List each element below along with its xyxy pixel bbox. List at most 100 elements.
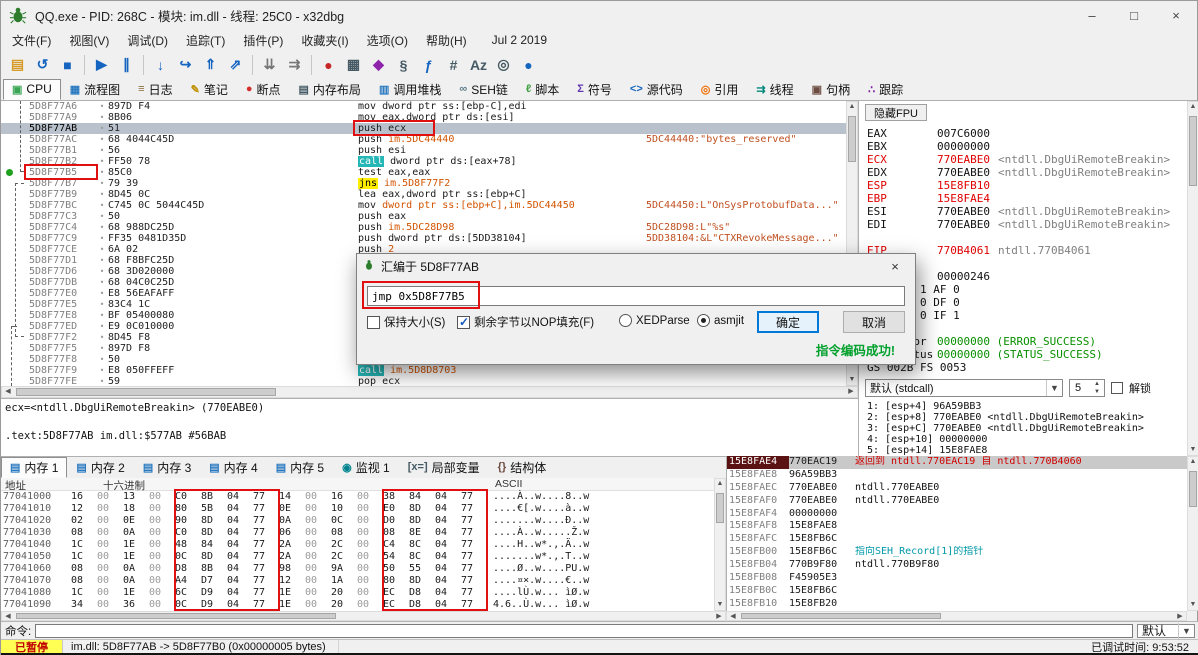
disasm-row[interactable]: 5D8F77B5 • 85C0 test eax,eax — [1, 167, 846, 178]
tab-dump-1[interactable]: ▤ 内存 1 — [1, 457, 68, 478]
dump-row[interactable]: 77041010 12 00 18 00 80 5B 04 77 0E 00 10 00 E0 8D 04 77… — [1, 503, 714, 515]
stack-row[interactable]: 15E8FAF4 00000000 — [727, 508, 1187, 521]
tab-seh[interactable]: ∞ SEH链 — [450, 79, 517, 100]
stack-row[interactable]: 15E8FB08 F45905E3 — [727, 572, 1187, 585]
chevron-down-icon[interactable]: ▼ — [1046, 380, 1062, 396]
tab-trace[interactable]: ∴ 跟踪 — [859, 79, 912, 100]
tab-locals[interactable]: [x=] 局部变量 — [399, 457, 489, 478]
disasm-row[interactable]: 5D8F77BC • C745 0C 5044C45D mov dword ptr s… — [1, 200, 846, 211]
scroll-down-icon[interactable]: ▼ — [715, 600, 725, 610]
stack-view[interactable]: 15E8FAE4 770EAC19 返回到 ntdll.770EAC19 自 ntd… — [726, 456, 1187, 611]
disasm-row[interactable]: 5D8F77C4 • 68 988DC25D push im.5DC28D98 5DC2… — [1, 222, 846, 233]
disasm-row[interactable]: 5D8F77AB • 51 push ecx — [1, 123, 846, 134]
scroll-up-icon[interactable]: ▲ — [847, 102, 857, 112]
tab-breakpoints[interactable]: ● 断点 — [237, 79, 290, 100]
memory-dump-view[interactable]: 地址 十六进制 ASCII 77041000 16 00 13 00 C0 8B 04 77 14… — [1, 478, 714, 611]
tab-struct[interactable]: {} 结构体 — [489, 457, 556, 478]
run-button[interactable]: ▶ — [89, 53, 114, 77]
disasm-row[interactable]: 5D8F77B9 • 8D45 0C lea eax,dword ptr ss:[eb… — [1, 189, 846, 200]
calculator-button[interactable]: # — [441, 53, 466, 77]
disasm-row[interactable]: 5D8F77B1 • 56 push esi — [1, 145, 846, 156]
menu-item[interactable]: 文件(F) — [3, 29, 60, 52]
open-file-button[interactable]: ▤ — [5, 53, 30, 77]
stack-row[interactable]: 15E8FB00 15E8FB6C 指向SEH_Record[1]的指针 — [727, 546, 1187, 559]
patches-button[interactable]: ◆ — [366, 53, 391, 77]
tab-call-stack[interactable]: ▥ 调用堆栈 — [370, 79, 450, 100]
keep-size-checkbox[interactable]: 保持大小(S) — [367, 314, 445, 330]
scroll-down-icon[interactable]: ▼ — [1188, 445, 1198, 455]
settings-button[interactable]: ◎ — [491, 53, 516, 77]
menu-item[interactable]: 视图(V) — [60, 29, 118, 52]
memory-map-button[interactable]: ▦ — [341, 53, 366, 77]
stack-row[interactable]: 15E8FAF8 15E8FAE8 — [727, 520, 1187, 533]
command-input[interactable] — [35, 623, 1133, 638]
stack-row[interactable]: 15E8FB10 15E8FB20 — [727, 598, 1187, 611]
scroll-up-icon[interactable]: ▲ — [715, 479, 725, 489]
nop-fill-checkbox[interactable]: 剩余字节以NOP填充(F) — [457, 314, 594, 330]
dump-horizontal-scrollbar[interactable]: ◀ ▶ — [1, 611, 726, 621]
checkbox-checked-icon[interactable] — [457, 315, 470, 329]
stack-row[interactable]: 15E8FB04 770B9F80 ntdll.770B9F80 — [727, 559, 1187, 572]
trace-over-button[interactable]: ⇉ — [282, 53, 307, 77]
menu-item[interactable]: 插件(P) — [234, 29, 292, 52]
register-row[interactable]: ECX 770EABE0 <ntdll.DbgUiRemoteBreakin> — [859, 153, 1187, 166]
cancel-button[interactable]: 取消 — [843, 311, 905, 333]
dump-row[interactable]: 77041050 1C 00 1E 00 0C 8D 04 77 2A 00 2C 00 54 8C 04 77… — [1, 551, 714, 563]
tab-references[interactable]: ◎ 引用 — [692, 79, 748, 100]
spinner-down-icon[interactable]: ▼ — [1091, 388, 1103, 396]
scroll-up-icon[interactable]: ▲ — [1188, 457, 1198, 467]
scroll-down-icon[interactable]: ▼ — [1188, 600, 1198, 610]
tab-notes[interactable]: ✎ 笔记 — [182, 79, 237, 100]
registers-vertical-scrollbar[interactable]: ▲ ▼ — [1187, 101, 1198, 456]
chevron-down-icon[interactable]: ▼ — [1178, 622, 1194, 639]
scrollbar-thumb[interactable] — [1189, 471, 1197, 507]
scrollbar-thumb[interactable] — [1189, 116, 1197, 186]
stack-row[interactable]: 15E8FAEC 770EABE0 ntdll.770EABE0 — [727, 482, 1187, 495]
disasm-horizontal-scrollbar[interactable]: ◀ ▶ — [1, 386, 858, 398]
tab-dump-3[interactable]: ▤ 内存 3 — [134, 457, 200, 478]
maximize-button[interactable]: □ — [1113, 1, 1155, 29]
register-row[interactable]: EBX 00000000 — [859, 140, 1187, 153]
register-row[interactable]: EBP 15E8FAE4 — [859, 192, 1187, 205]
functions-button[interactable]: ƒ — [416, 53, 441, 77]
stop-button[interactable]: ■ — [55, 53, 80, 77]
tab-log[interactable]: ≡ 日志 — [129, 79, 181, 100]
close-button[interactable]: × — [1155, 1, 1197, 29]
disasm-row[interactable]: 5D8F77C3 • 50 push eax — [1, 211, 846, 222]
hide-fpu-button[interactable]: 隐藏FPU — [865, 104, 927, 121]
minimize-button[interactable]: – — [1071, 1, 1113, 29]
disasm-row[interactable]: 5D8F77A9 • 8B06 mov eax,dword ptr ds:[esi] — [1, 112, 846, 123]
register-row[interactable]: EDX 770EABE0 <ntdll.DbgUiRemoteBreakin> — [859, 166, 1187, 179]
stack-vertical-scrollbar[interactable]: ▲ ▼ — [1187, 456, 1198, 611]
register-row[interactable]: EDI 770EABE0 <ntdll.DbgUiRemoteBreakin> — [859, 218, 1187, 231]
scrollbar-thumb[interactable] — [848, 116, 856, 162]
run-to-user-code-button[interactable]: ⇗ — [223, 53, 248, 77]
stack-row[interactable]: 15E8FAE8 96A59BB3 — [727, 469, 1187, 482]
tab-handles[interactable]: ▣ 句柄 — [803, 79, 859, 100]
register-row[interactable]: ESP 15E8FB10 — [859, 179, 1187, 192]
stack-row[interactable]: 15E8FAF0 770EABE0 ntdll.770EABE0 — [727, 495, 1187, 508]
tab-source[interactable]: <> 源代码 — [621, 79, 692, 100]
checkbox-icon[interactable] — [367, 315, 380, 329]
scrollbar-thumb[interactable] — [16, 388, 276, 396]
xedparse-radio[interactable]: XEDParse — [619, 314, 690, 327]
breakpoints-button[interactable]: ● — [316, 53, 341, 77]
stack-horizontal-scrollbar[interactable]: ◀ ▶ — [726, 611, 1187, 621]
radio-icon[interactable] — [619, 314, 632, 327]
tab-threads[interactable]: ⇉ 线程 — [747, 79, 802, 100]
restart-button[interactable]: ↺ — [30, 53, 55, 77]
menu-item[interactable]: 收藏夹(I) — [292, 29, 357, 52]
comments-button[interactable]: § — [391, 53, 416, 77]
dump-row[interactable]: 77041040 1C 00 1E 00 48 84 04 77 2A 00 2C 00 C4 8C 04 77… — [1, 539, 714, 551]
scroll-right-icon[interactable]: ▶ — [846, 387, 856, 397]
tab-watch-1[interactable]: ◉ 监视 1 — [333, 457, 399, 478]
stack-row[interactable]: 15E8FAFC 15E8FB6C — [727, 533, 1187, 546]
spinner-up-icon[interactable]: ▲ — [1091, 380, 1103, 388]
unlock-checkbox[interactable] — [1111, 382, 1123, 394]
execute-till-return-button[interactable]: ⇑ — [198, 53, 223, 77]
command-mode-select[interactable]: 默认 ▼ — [1137, 622, 1195, 639]
menu-item[interactable]: 调试(D) — [118, 29, 177, 52]
radio-selected-icon[interactable] — [697, 314, 710, 327]
dialog-close-icon[interactable]: × — [881, 259, 909, 274]
trace-into-button[interactable]: ⇊ — [257, 53, 282, 77]
